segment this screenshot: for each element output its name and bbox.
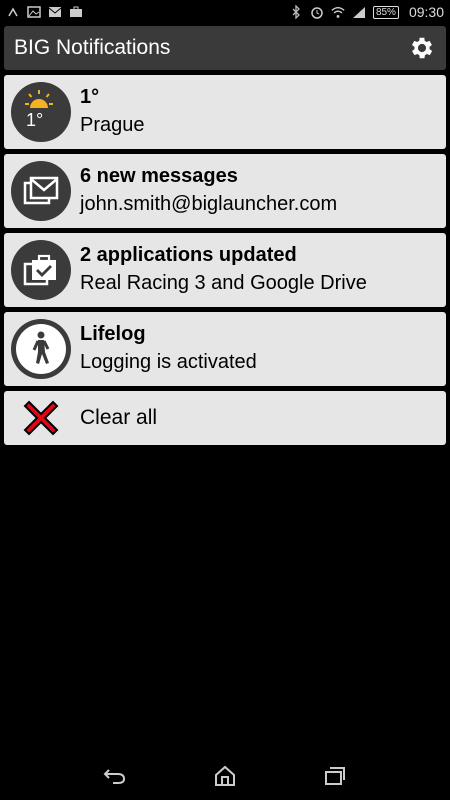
action-bar: BIG Notifications xyxy=(4,26,446,70)
home-icon[interactable] xyxy=(210,761,240,791)
notification-weather[interactable]: 1° 1° Prague xyxy=(4,75,446,149)
messages-icon xyxy=(11,161,71,221)
briefcase-icon xyxy=(69,5,83,19)
weather-temp: 1° xyxy=(26,110,44,130)
battery-indicator: 85% xyxy=(372,5,399,19)
red-x-icon xyxy=(11,398,71,438)
mail-icon xyxy=(48,5,62,19)
recent-apps-icon[interactable] xyxy=(320,761,350,791)
notification-title: 1° xyxy=(80,86,100,108)
apps-updated-icon xyxy=(11,240,71,300)
clear-all-button[interactable]: Clear all xyxy=(4,391,446,445)
notification-subtitle: Prague xyxy=(80,114,145,136)
app-title: BIG Notifications xyxy=(14,36,171,59)
back-icon[interactable] xyxy=(100,761,130,791)
notification-title: 6 new messages xyxy=(80,165,238,187)
alarm-icon xyxy=(310,5,324,19)
bluetooth-icon xyxy=(289,5,303,19)
notification-messages[interactable]: 6 new messages john.smith@biglauncher.co… xyxy=(4,154,446,228)
notification-subtitle: Logging is activated xyxy=(80,351,257,373)
gear-icon[interactable] xyxy=(408,34,436,62)
notification-title: Lifelog xyxy=(80,323,146,345)
notification-lifelog[interactable]: Lifelog Logging is activated xyxy=(4,312,446,386)
notification-list: 1° 1° Prague 6 new messages john.smith@b… xyxy=(4,75,446,450)
signal-icon xyxy=(352,5,366,19)
status-bar: 85% 09:30 xyxy=(0,0,450,24)
clear-all-label: Clear all xyxy=(80,406,158,429)
image-icon xyxy=(27,5,41,19)
wifi-icon xyxy=(331,5,345,19)
weather-sun-icon: 1° xyxy=(11,82,71,142)
navigation-bar xyxy=(0,752,450,800)
notification-updates[interactable]: 2 applications updated Real Racing 3 and… xyxy=(4,233,446,307)
notification-subtitle: john.smith@biglauncher.com xyxy=(80,193,338,215)
status-clock: 09:30 xyxy=(408,4,444,20)
walking-icon xyxy=(11,319,71,379)
missed-call-icon xyxy=(6,5,20,19)
notification-title: 2 applications updated xyxy=(80,244,297,266)
notification-subtitle: Real Racing 3 and Google Drive xyxy=(80,272,367,294)
